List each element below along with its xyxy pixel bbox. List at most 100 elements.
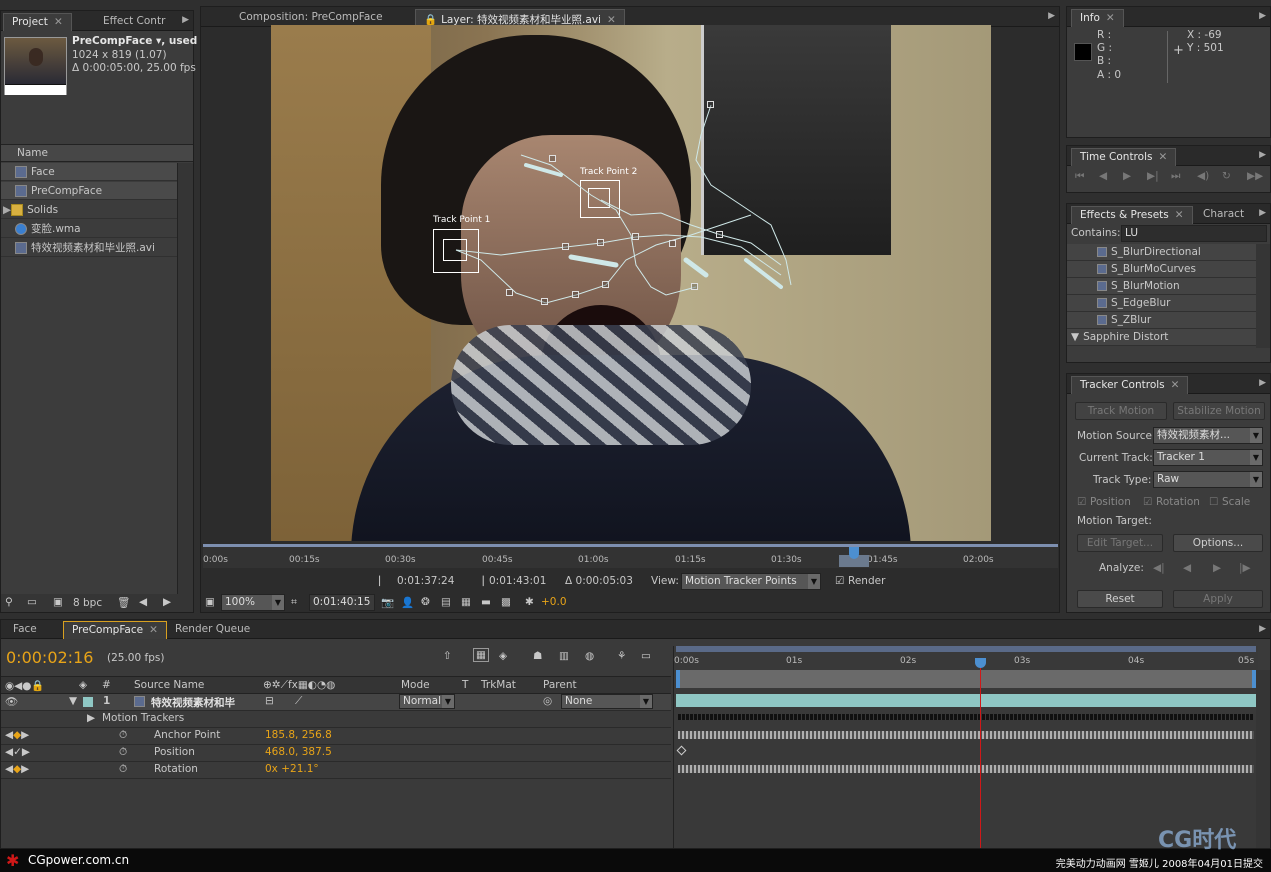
bpc-label[interactable]: 8 bpc [73,597,102,609]
close-icon[interactable]: ✕ [54,16,63,28]
layer-number-header[interactable]: # [102,679,111,691]
out-point-time[interactable]: 0:01:43:01 [489,575,546,587]
out-point-icon[interactable]: ⎹ [473,575,484,588]
grid-icon[interactable]: ▦ [461,596,471,608]
property-row[interactable]: ◀◆▶ ⏱ Rotation 0x +21.1° [1,762,671,779]
trash-icon[interactable]: 🗑 [117,596,130,609]
track-keyframe[interactable] [691,283,698,290]
project-list-header[interactable]: Name [1,144,193,162]
reset-exposure-icon[interactable]: ✱ [525,596,534,608]
list-item[interactable]: S_ZBlur [1067,312,1256,329]
tab-render-queue[interactable]: Render Queue [167,621,258,639]
parent-header[interactable]: Parent [543,679,577,691]
tab-face[interactable]: Face [5,621,45,639]
region-of-interest-icon[interactable]: ⌗ [291,596,297,609]
property-value[interactable]: 0x +21.1° [265,763,319,775]
track-keyframe[interactable] [572,291,579,298]
reset-button[interactable]: Reset [1077,590,1163,608]
tab-project[interactable]: Project ✕ [3,13,72,31]
track-keyframe[interactable] [716,231,723,238]
draft-3d-icon[interactable]: ◈ [499,650,507,662]
source-name-header[interactable]: Source Name [134,679,204,691]
pickwhip-icon[interactable]: ◎ [543,695,552,707]
current-time-head[interactable] [975,658,986,668]
scale-checkbox[interactable]: ☐ [1209,496,1218,508]
options-button[interactable]: Options... [1173,534,1263,552]
parent-dropdown[interactable]: None ▼ [561,694,653,709]
expand-triangle-icon[interactable]: ▶ [87,712,95,724]
tab-effect-controls[interactable]: Effect Contr [95,13,173,31]
frame-blending-icon[interactable]: ▥ [559,650,569,662]
list-item[interactable]: PreCompFace [1,182,177,200]
exposure-value[interactable]: +0.0 [541,596,567,608]
interpret-footage-icon[interactable]: ⚲ [5,596,13,608]
panel-menu-icon[interactable]: ▶ [1259,624,1266,634]
trkmat-header[interactable]: TrkMat [481,679,516,691]
close-icon[interactable]: ✕ [149,624,158,636]
snapshot-icon[interactable]: 📷 [381,596,394,609]
mask-icon[interactable]: ▬ [481,596,491,608]
current-time-field[interactable]: 0:01:40:15 [309,594,375,611]
time-graph[interactable]: 0:00s 01s 02s 03s 04s 05s [673,646,1258,848]
panel-menu-icon[interactable]: ▶ [182,15,189,25]
channel-icon[interactable]: ❂ [421,596,430,608]
list-item[interactable]: 特效视频素材和毕业照.avi [1,239,177,257]
layer-name[interactable]: 特效视频素材和毕 [151,695,235,710]
new-folder-icon[interactable]: ▭ [27,596,37,608]
scroll-left-icon[interactable]: ◀ [139,596,147,608]
rotation-checkbox[interactable]: ☑ [1143,496,1152,508]
track-motion-button[interactable]: Track Motion [1075,402,1167,420]
tab-time-controls[interactable]: Time Controls ✕ [1071,148,1177,166]
property-value[interactable]: 185.8, 256.8 [265,729,332,741]
close-icon[interactable]: ✕ [1171,379,1180,391]
track-keyframe[interactable] [506,289,513,296]
expand-triangle-icon[interactable]: ▼ [69,695,77,707]
current-time-indicator[interactable] [849,547,859,559]
scroll-right-icon[interactable]: ▶ [163,596,171,608]
render-checkbox[interactable]: ☑ [835,575,844,587]
analyze-backward-icon[interactable]: ◀ [1183,562,1191,574]
blend-mode-dropdown[interactable]: Normal ▼ [399,694,455,709]
new-comp-icon[interactable]: ▣ [53,596,63,608]
layer-row[interactable]: 👁 ▼ 1 特效视频素材和毕 ⊟ ⟋ Normal ▼ ◎ None ▼ [1,694,671,711]
tab-effects-presets[interactable]: Effects & Presets ✕ [1071,206,1193,224]
comp-mini-flowchart-icon[interactable]: ⇧ [443,650,452,662]
tab-character[interactable]: Charact [1195,206,1252,224]
ram-preview-icon[interactable]: ▶▶ [1247,170,1263,182]
keyframe-navigator-icon[interactable]: ◀✓▶ [5,746,30,758]
property-row[interactable]: ◀◆▶ ⏱ Anchor Point 185.8, 256.8 [1,728,671,745]
label-color-swatch[interactable] [83,697,93,707]
property-row[interactable]: ◀✓▶ ⏱ Position 468.0, 387.5 [1,745,671,762]
analyze-forward-frame-icon[interactable]: |▶ [1239,562,1251,574]
project-scrollbar[interactable] [177,163,193,595]
timeline-current-time[interactable]: 0:00:02:16 [6,648,93,667]
t-header[interactable]: T [462,679,468,691]
brainstorm-icon[interactable]: ⚘ [617,650,626,662]
name-column-header[interactable]: Name [17,147,48,159]
panel-menu-icon[interactable]: ▶ [1048,11,1055,21]
close-icon[interactable]: ✕ [1106,12,1115,24]
loop-icon[interactable]: ↻ [1222,170,1231,182]
stabilize-motion-button[interactable]: Stabilize Motion [1173,402,1265,420]
expand-triangle-icon[interactable]: ▼ [1071,331,1079,343]
list-item[interactable]: S_BlurMoCurves [1067,261,1256,278]
mode-header[interactable]: Mode [401,679,430,691]
viewer-time-ruler[interactable]: 0:00s 00:15s 00:30s 00:45s 01:00s 01:15s… [203,544,1058,568]
position-keyframe[interactable] [676,745,687,756]
resolution-icon[interactable]: ▤ [441,596,451,608]
list-item[interactable]: S_EdgeBlur [1067,295,1256,312]
track-keyframe[interactable] [707,101,714,108]
work-area-bar[interactable] [676,670,1256,688]
tab-precompface[interactable]: PreCompFace ✕ [63,621,167,639]
list-item[interactable]: 变脸.wma [1,220,177,238]
view-dropdown[interactable]: Motion Tracker Points ▼ [681,573,821,590]
list-item[interactable]: ▶ Solids [1,201,177,219]
hide-shy-layers-icon[interactable]: ☗ [533,650,542,662]
time-navigator[interactable] [676,646,1256,652]
track-keyframe[interactable] [669,240,676,247]
motion-blur-icon[interactable]: ◍ [585,650,594,662]
timeline-scrollbar[interactable] [1256,670,1270,848]
panel-menu-icon[interactable]: ▶ [1259,378,1266,388]
stopwatch-icon[interactable]: ⏱ [119,746,127,759]
track-keyframe[interactable] [597,239,604,246]
